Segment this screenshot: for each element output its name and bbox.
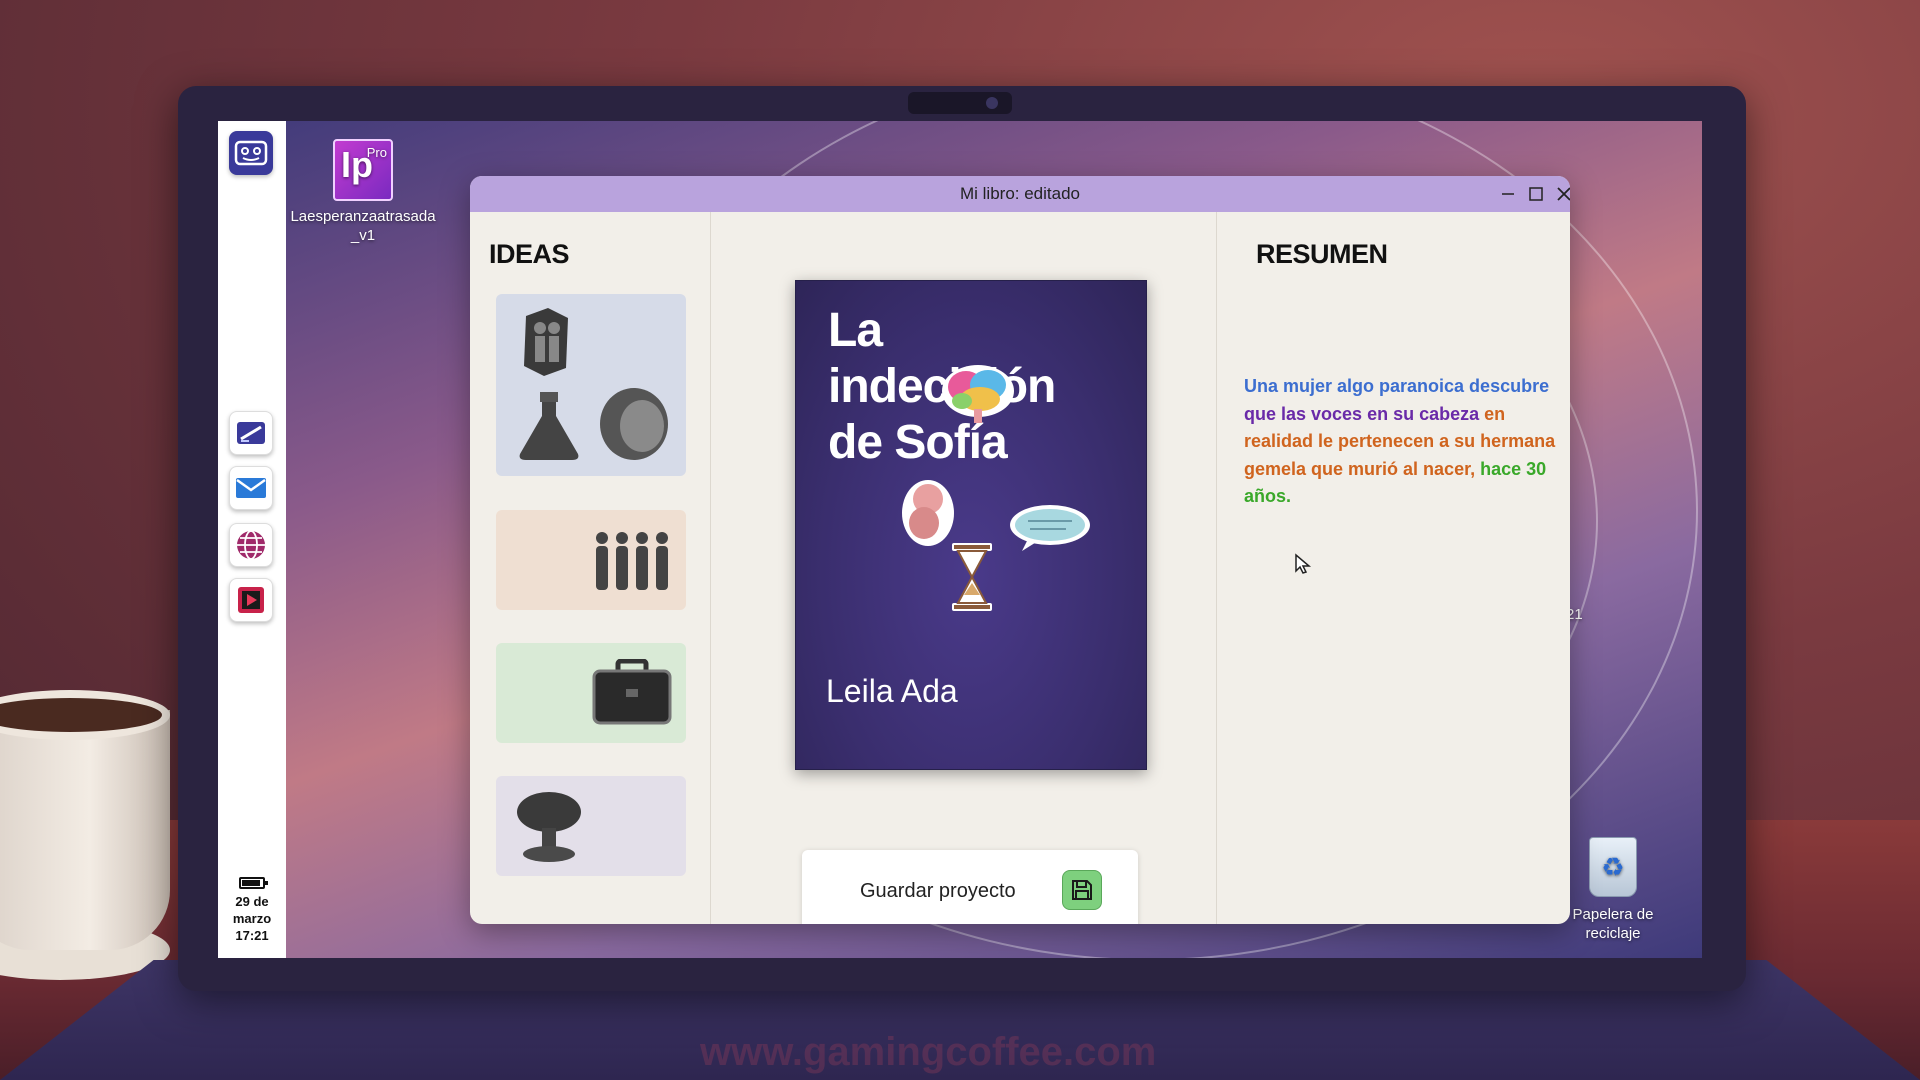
desktop-icon-label: Laesperanzaatrasada_v1	[290, 208, 436, 244]
hourglass-icon[interactable]	[950, 541, 994, 613]
fetus-icon[interactable]	[900, 477, 956, 547]
ip-app-icon: Pro Ip	[333, 139, 393, 201]
desktop-screen: 29 de marzo 17:21 Pro Ip Laesperanzaatra…	[218, 121, 1702, 958]
maximize-icon	[1529, 187, 1543, 201]
ideas-title: IDEAS	[489, 239, 570, 269]
minimize-icon	[1502, 193, 1514, 195]
play-icon	[238, 587, 264, 613]
mail-icon	[236, 478, 266, 498]
floppy-disk-icon	[1072, 880, 1092, 900]
summary-title: RESUMEN	[1256, 239, 1388, 269]
book-author: Leila Ada	[826, 673, 958, 709]
close-button[interactable]	[1552, 182, 1570, 206]
globe-icon	[237, 530, 265, 560]
taskbar: 29 de marzo 17:21	[218, 121, 286, 958]
book-editor-window: Mi libro: editado IDEAS La indecisión de…	[470, 176, 1570, 924]
close-icon	[1557, 187, 1570, 201]
book-cover[interactable]: La indecisión de Sofía Leila Ada	[795, 280, 1147, 770]
brain-icon[interactable]	[940, 363, 1016, 425]
desktop-icon-project[interactable]: Pro Ip Laesperanzaatrasada_v1	[288, 139, 438, 245]
watermark: www.gamingcoffee.com	[700, 1030, 1157, 1074]
cup-body	[0, 710, 170, 950]
save-project-button[interactable]	[1062, 870, 1102, 910]
idea-card-1[interactable]	[496, 294, 686, 476]
maximize-button[interactable]	[1524, 182, 1548, 206]
clock-area[interactable]: 29 de marzo 17:21	[218, 877, 286, 944]
battery-icon	[239, 877, 268, 889]
summary-segment[interactable]: que las voces en su cabeza	[1244, 404, 1479, 424]
desktop-icon-recycle-bin[interactable]: ♻ Papelera de reciclaje	[1558, 837, 1668, 943]
mushroom-cloud-icon	[517, 792, 581, 862]
date-day: 29 de	[235, 894, 269, 909]
speech-bubble-icon[interactable]	[1008, 503, 1092, 553]
system-logo-button[interactable]	[229, 131, 273, 175]
save-project-bar: Guardar proyecto	[802, 850, 1138, 924]
window-titlebar[interactable]: Mi libro: editado	[470, 176, 1570, 212]
woman-head-icon	[600, 388, 668, 460]
couple-icon	[524, 308, 568, 376]
idea-card-2[interactable]	[496, 510, 686, 610]
minimize-button[interactable]	[1496, 182, 1520, 206]
mouse-cursor-icon	[1295, 553, 1312, 574]
save-project-label: Guardar proyecto	[860, 880, 1016, 902]
mail-app-button[interactable]	[229, 466, 273, 510]
recycle-bin-icon: ♻	[1589, 837, 1637, 897]
idea-card-3[interactable]	[496, 643, 686, 743]
idea-card-4[interactable]	[496, 776, 686, 876]
drawing-icon	[237, 422, 265, 444]
drawing-app-button[interactable]	[229, 411, 273, 455]
briefcase-icon	[592, 659, 672, 725]
browser-app-button[interactable]	[229, 523, 273, 567]
ip-logo-text: Ip	[341, 144, 373, 185]
column-divider	[1216, 212, 1217, 924]
video-app-button[interactable]	[229, 578, 273, 622]
family-icon	[596, 532, 668, 590]
coffee-cup	[0, 680, 180, 980]
column-divider	[710, 212, 711, 924]
game-logo-icon	[234, 140, 268, 166]
clock-time: 17:21	[235, 928, 269, 943]
summary-segment[interactable]: Una mujer algo paranoica descubre	[1244, 376, 1549, 396]
window-title: Mi libro: editado	[959, 184, 1080, 203]
book-title-line: La	[828, 304, 883, 357]
flask-icon	[519, 392, 579, 460]
date-month: marzo	[232, 911, 272, 926]
webcam	[908, 92, 1012, 114]
summary-text: Una mujer algo paranoica descubre que la…	[1244, 373, 1564, 511]
recycle-bin-label: Papelera de reciclaje	[1572, 906, 1654, 942]
